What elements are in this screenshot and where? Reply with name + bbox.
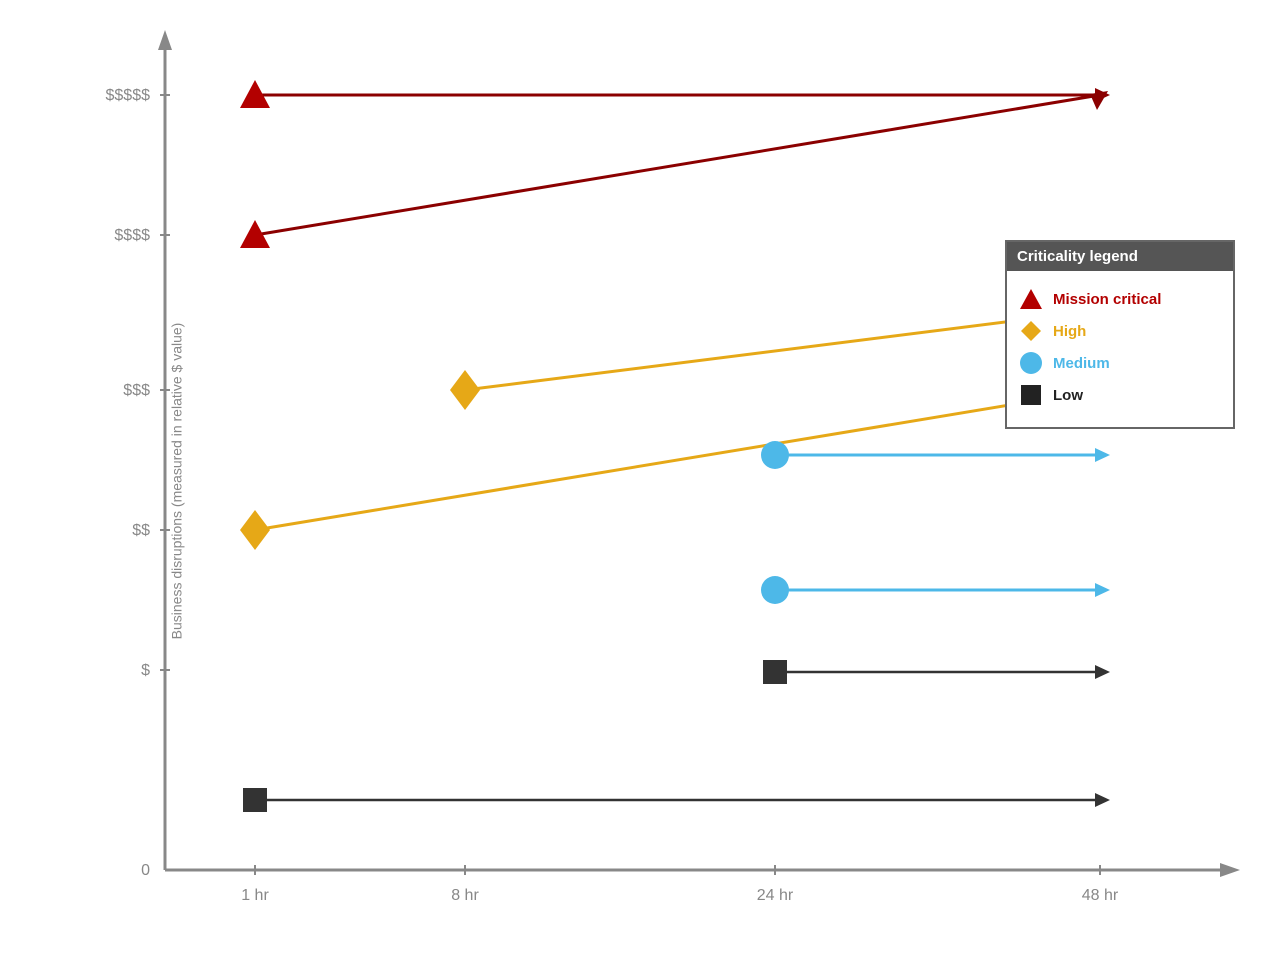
legend-icon-high [1019,319,1043,343]
legend-label-mission-critical: Mission critical [1053,291,1161,308]
legend-item-medium: Medium [1019,351,1221,375]
legend-icon-low [1019,383,1043,407]
legend-title: Criticality legend [1007,242,1233,271]
x-tick-8hr: 8 hr [451,887,479,904]
y-tick-1: $ [141,662,150,679]
legend-label-low: Low [1053,387,1083,404]
chart-container: Business disruptions (measured in relati… [0,0,1275,961]
legend-label-medium: Medium [1053,355,1110,372]
legend-label-high: High [1053,323,1086,340]
legend-item-low: Low [1019,383,1221,407]
y-tick-5: $$$$$ [106,87,151,104]
y-tick-2: $$ [132,522,150,539]
x-tick-24hr: 24 hr [757,887,794,904]
legend-icon-medium [1019,351,1043,375]
x-tick-48hr: 48 hr [1082,887,1119,904]
legend-item-mission-critical: Mission critical [1019,287,1221,311]
main-chart-svg: $$$$$ $$$$ $$$ $$ $ 0 1 hr 8 hr 24 hr 48… [0,0,1275,961]
x-tick-1hr: 1 hr [241,887,269,904]
y-tick-4: $$$$ [114,227,150,244]
legend-box: Criticality legend Mission critical High [1005,240,1235,429]
legend-icon-mission-critical [1019,287,1043,311]
legend-items: Mission critical High Medium [1007,271,1233,427]
y-tick-0: 0 [141,862,150,879]
legend-item-high: High [1019,319,1221,343]
y-tick-3: $$$ [123,382,150,399]
